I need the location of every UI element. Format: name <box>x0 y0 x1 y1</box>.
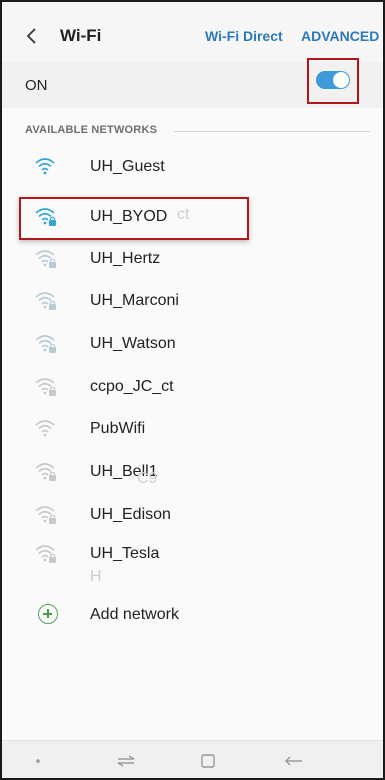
network-name: UH_Edison <box>90 506 171 523</box>
wifi-lock-icon <box>35 545 56 563</box>
available-networks-header: AVAILABLE NETWORKS <box>25 124 158 136</box>
wifi-direct-button[interactable]: Wi-Fi Direct <box>205 28 283 44</box>
section-divider <box>174 131 370 132</box>
network-item[interactable]: UH_Hertz <box>2 240 383 280</box>
back-icon[interactable] <box>280 749 308 773</box>
page-title: Wi-Fi <box>60 26 102 45</box>
network-name: UH_Watson <box>90 335 176 352</box>
wifi-icon <box>35 158 55 175</box>
add-network-label: Add network <box>90 606 179 623</box>
advanced-button[interactable]: ADVANCED <box>301 28 379 44</box>
network-highlight-box <box>19 197 249 240</box>
network-name: UH_Marconi <box>90 292 179 309</box>
home-icon[interactable] <box>194 749 222 773</box>
faded-overlay-text: H <box>90 568 102 585</box>
back-arrow-icon[interactable] <box>22 24 42 48</box>
wifi-state-label: ON <box>25 77 48 94</box>
header-bar: Wi-Fi Wi-Fi Direct ADVANCED <box>2 2 383 62</box>
wifi-lock-icon <box>35 463 56 481</box>
wifi-lock-icon <box>35 335 56 353</box>
network-item[interactable]: UH_Edison <box>2 496 383 536</box>
network-item[interactable]: PubWifi <box>2 410 383 450</box>
network-item[interactable]: UH_Marconi <box>2 282 383 322</box>
wifi-settings-screen: Wi-Fi Wi-Fi Direct ADVANCED ON AVAILABLE… <box>0 0 385 780</box>
recents-icon[interactable] <box>112 749 140 773</box>
wifi-lock-icon <box>35 250 56 268</box>
add-network-row[interactable]: Add network <box>2 596 383 636</box>
faded-overlay-text: ct <box>177 206 190 223</box>
network-item[interactable]: UH_Guest <box>2 148 383 188</box>
network-item[interactable]: UH_Bell1 <box>2 453 383 493</box>
network-item[interactable]: ccpo_JC_ct <box>2 368 383 408</box>
network-item[interactable]: UH_Watson <box>2 325 383 365</box>
dot-icon[interactable] <box>24 749 52 773</box>
network-name: UH_Tesla <box>90 545 160 562</box>
faded-overlay-text: C9 <box>137 470 158 487</box>
wifi-lock-icon <box>35 506 56 524</box>
toggle-highlight-box <box>307 58 359 104</box>
network-name: UH_Guest <box>90 158 165 175</box>
wifi-lock-icon <box>35 292 56 310</box>
network-name: PubWifi <box>90 420 146 437</box>
network-name: UH_Hertz <box>90 250 161 267</box>
network-name: ccpo_JC_ct <box>90 378 174 395</box>
system-nav-bar <box>2 740 383 778</box>
add-icon <box>38 604 58 624</box>
wifi-lock-icon <box>35 378 56 396</box>
network-item[interactable]: UH_Tesla <box>2 535 383 575</box>
wifi-icon <box>35 420 55 437</box>
